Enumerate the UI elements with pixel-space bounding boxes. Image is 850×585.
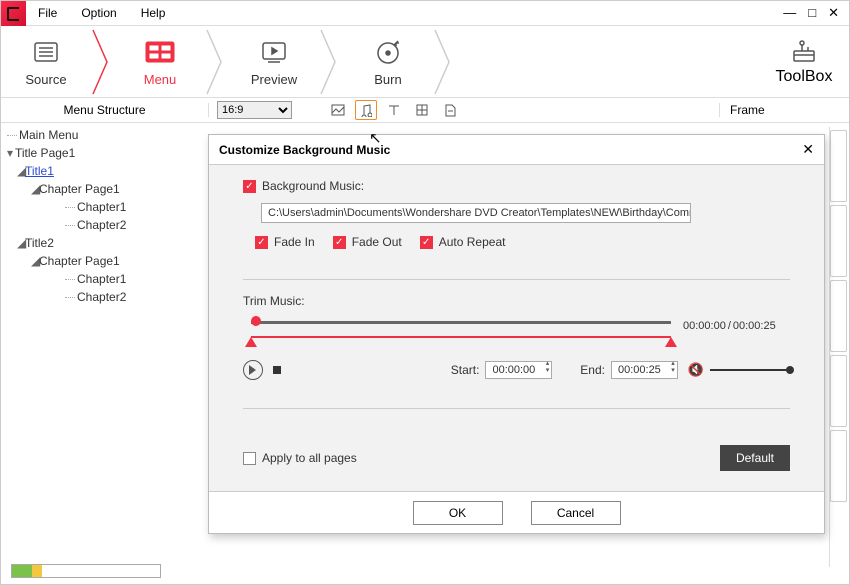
step-source-label: Source xyxy=(1,72,91,87)
volume-slider[interactable] xyxy=(710,369,790,371)
frame-header: Frame xyxy=(719,103,849,117)
autorepeat-label: Auto Repeat xyxy=(439,235,506,249)
tree-title1[interactable]: ◢Title1 xyxy=(7,162,207,180)
default-button[interactable]: Default xyxy=(720,445,790,471)
tree-main[interactable]: Main Menu xyxy=(7,126,207,144)
text-icon[interactable] xyxy=(383,100,405,120)
end-label: End: xyxy=(580,363,605,377)
fadeout-label: Fade Out xyxy=(352,235,402,249)
customize-music-dialog: Customize Background Music ✕ ✓ Backgroun… xyxy=(208,134,825,534)
tree-chapterpage1a[interactable]: ◢Chapter Page1 xyxy=(7,180,207,198)
fadeout-checkbox[interactable]: ✓ xyxy=(333,236,346,249)
dialog-close-icon[interactable]: ✕ xyxy=(802,141,814,158)
step-burn-label: Burn xyxy=(343,72,433,87)
bgm-label: Background Music: xyxy=(262,179,364,193)
close-button[interactable]: ✕ xyxy=(828,5,839,21)
tree-titlepage1[interactable]: ▾Title Page1 xyxy=(7,144,207,162)
progress-bar xyxy=(11,564,161,578)
end-time-input[interactable]: 00:00:25 xyxy=(611,361,678,379)
menu-tree[interactable]: Main Menu ▾Title Page1 ◢Title1 ◢Chapter … xyxy=(7,126,207,306)
ok-button[interactable]: OK xyxy=(413,501,503,525)
step-preview[interactable]: Preview xyxy=(229,36,319,87)
maximize-button[interactable]: □ xyxy=(808,5,816,21)
step-toolbox[interactable]: ToolBox xyxy=(759,37,849,86)
play-button[interactable] xyxy=(243,360,263,380)
grid-icon[interactable] xyxy=(411,100,433,120)
dialog-title: Customize Background Music xyxy=(219,143,390,157)
trim-end-handle[interactable] xyxy=(665,331,677,347)
minimize-button[interactable]: — xyxy=(783,5,796,21)
music-icon[interactable] xyxy=(355,100,377,120)
trim-label: Trim Music: xyxy=(243,294,790,308)
tree-chapter2b[interactable]: Chapter2 xyxy=(7,288,207,306)
trim-time-display: 00:00:00/00:00:25 xyxy=(683,320,776,332)
cancel-button[interactable]: Cancel xyxy=(531,501,621,525)
frame-sidebar xyxy=(829,127,847,567)
tree-chapter1b[interactable]: Chapter1 xyxy=(7,270,207,288)
step-source[interactable]: Source xyxy=(1,36,91,87)
tree-title2[interactable]: ◢Title2 xyxy=(7,234,207,252)
menu-structure-header: Menu Structure xyxy=(1,103,209,117)
help-menu[interactable]: Help xyxy=(129,6,178,20)
fadein-checkbox[interactable]: ✓ xyxy=(255,236,268,249)
page-icon[interactable] xyxy=(439,100,461,120)
step-preview-label: Preview xyxy=(229,72,319,87)
file-menu[interactable]: File xyxy=(26,6,69,20)
option-menu[interactable]: Option xyxy=(69,6,128,20)
step-menu[interactable]: Menu xyxy=(115,36,205,87)
aspect-ratio-select[interactable]: 16:9 xyxy=(217,101,292,119)
tree-chapter1a[interactable]: Chapter1 xyxy=(7,198,207,216)
start-label: Start: xyxy=(451,363,480,377)
step-burn[interactable]: Burn xyxy=(343,36,433,87)
bgm-checkbox[interactable]: ✓ xyxy=(243,180,256,193)
image-icon[interactable] xyxy=(327,100,349,120)
tree-chapter2a[interactable]: Chapter2 xyxy=(7,216,207,234)
app-icon xyxy=(1,1,26,26)
autorepeat-checkbox[interactable]: ✓ xyxy=(420,236,433,249)
start-time-input[interactable]: 00:00:00 xyxy=(485,361,552,379)
step-menu-label: Menu xyxy=(115,72,205,87)
step-toolbox-label: ToolBox xyxy=(759,68,849,86)
apply-all-label: Apply to all pages xyxy=(262,451,357,465)
tree-chapterpage1b[interactable]: ◢Chapter Page1 xyxy=(7,252,207,270)
apply-all-checkbox[interactable] xyxy=(243,452,256,465)
stop-button[interactable] xyxy=(273,366,281,374)
fadein-label: Fade In xyxy=(274,235,315,249)
trim-start-handle[interactable] xyxy=(245,331,257,347)
volume-icon[interactable]: 🔇 xyxy=(688,362,704,378)
trim-slider[interactable]: 00:00:00/00:00:25 xyxy=(243,314,790,344)
music-path-field[interactable]: C:\Users\admin\Documents\Wondershare DVD… xyxy=(261,203,691,223)
